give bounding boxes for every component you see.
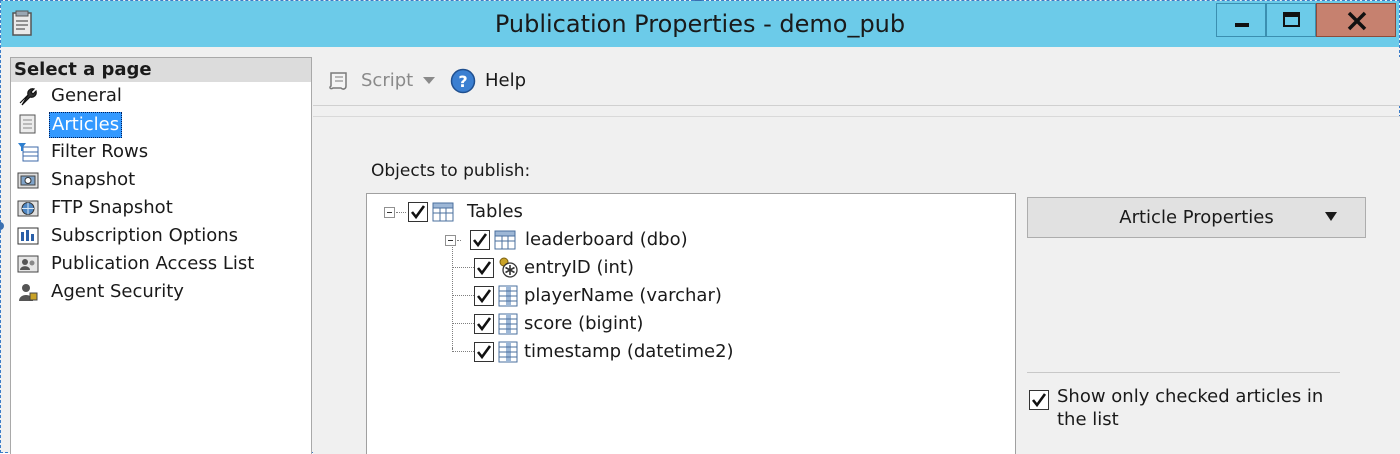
snapshot-icon bbox=[17, 172, 39, 189]
agent-security-icon bbox=[19, 284, 38, 301]
wrench-icon bbox=[19, 88, 37, 106]
select-page-header: Select a page bbox=[11, 58, 311, 82]
chevron-down-icon[interactable] bbox=[423, 76, 435, 86]
close-icon bbox=[1347, 11, 1367, 31]
primary-key-column-icon bbox=[499, 257, 518, 278]
article-properties-label: Article Properties bbox=[1119, 207, 1274, 228]
tree-node-leaderboard[interactable]: leaderboard (dbo) bbox=[367, 226, 1007, 254]
tree-node-column[interactable]: playerName (varchar) bbox=[367, 282, 1007, 310]
maximize-button[interactable] bbox=[1266, 3, 1316, 37]
tree-node-column[interactable]: entryID (int) bbox=[367, 254, 1007, 282]
show-only-checked-checkbox[interactable] bbox=[1029, 390, 1049, 410]
close-button[interactable] bbox=[1316, 3, 1396, 37]
tree-node-column[interactable]: score (bigint) bbox=[367, 310, 1007, 338]
filter-rows-icon bbox=[18, 143, 39, 162]
app-icon bbox=[12, 10, 32, 36]
sidebar-item-general[interactable]: General bbox=[11, 82, 311, 110]
leaderboard-checkbox[interactable] bbox=[470, 230, 490, 250]
checkmark-icon bbox=[476, 345, 492, 360]
tree-node-label: timestamp (datetime2) bbox=[524, 341, 734, 362]
column-checkbox[interactable] bbox=[474, 342, 494, 362]
sidebar-item-label: FTP Snapshot bbox=[51, 197, 173, 218]
article-properties-button[interactable]: Article Properties bbox=[1027, 197, 1366, 238]
sidebar-item-label: Publication Access List bbox=[51, 253, 255, 274]
window-title: Publication Properties - demo_pub bbox=[494, 10, 906, 38]
column-checkbox[interactable] bbox=[474, 314, 494, 334]
column-icon bbox=[498, 341, 518, 363]
sidebar-item-label: Filter Rows bbox=[51, 141, 149, 162]
tree-node-label: playerName (varchar) bbox=[524, 285, 722, 306]
minimize-button[interactable] bbox=[1216, 3, 1266, 37]
collapse-toggle[interactable] bbox=[384, 207, 395, 218]
sidebar-item-snapshot[interactable]: Snapshot bbox=[11, 166, 311, 194]
page-selector-pane: Select a page General Articles Filter Ro… bbox=[10, 57, 312, 454]
show-only-checked-label: Show only checked articles in the list bbox=[1057, 386, 1324, 430]
toolbar: Script ? Help bbox=[313, 57, 1400, 106]
checkmark-icon bbox=[410, 205, 426, 220]
sidebar-item-publication-access-list[interactable]: Publication Access List bbox=[11, 250, 311, 278]
column-icon bbox=[498, 313, 518, 335]
tables-checkbox[interactable] bbox=[408, 202, 428, 222]
subscription-options-icon bbox=[17, 227, 39, 245]
help-button[interactable]: Help bbox=[485, 57, 526, 105]
sidebar-item-label: Snapshot bbox=[51, 169, 136, 190]
column-checkbox[interactable] bbox=[474, 258, 494, 278]
tree-node-column[interactable]: timestamp (datetime2) bbox=[367, 338, 1007, 366]
access-list-icon bbox=[17, 255, 39, 273]
sidebar-item-ftp-snapshot[interactable]: FTP Snapshot bbox=[11, 194, 311, 222]
objects-to-publish-label: Objects to publish: bbox=[371, 161, 531, 181]
tree-node-label: Tables bbox=[467, 201, 523, 222]
sidebar-item-subscription-options[interactable]: Subscription Options bbox=[11, 222, 311, 250]
sidebar-item-label: Articles bbox=[49, 112, 123, 138]
checkmark-icon bbox=[476, 317, 492, 332]
column-checkbox[interactable] bbox=[474, 286, 494, 306]
checkmark-icon bbox=[476, 289, 492, 304]
svg-text:?: ? bbox=[458, 72, 467, 91]
checkmark-icon bbox=[476, 261, 492, 276]
table-folder-icon bbox=[432, 202, 454, 222]
checkmark-icon bbox=[472, 233, 488, 248]
minimize-icon bbox=[1235, 23, 1249, 27]
sidebar-item-label: Subscription Options bbox=[51, 225, 239, 246]
ftp-snapshot-icon bbox=[17, 200, 39, 217]
column-icon bbox=[498, 285, 518, 307]
sidebar-item-label: Agent Security bbox=[51, 281, 184, 302]
title-bar[interactable]: Publication Properties - demo_pub bbox=[1, 1, 1399, 47]
sidebar-item-agent-security[interactable]: Agent Security bbox=[11, 278, 311, 306]
tree-node-label: entryID (int) bbox=[524, 257, 634, 278]
script-icon bbox=[329, 72, 347, 90]
tree-node-tables[interactable]: Tables bbox=[367, 198, 1007, 226]
sidebar-item-label: General bbox=[51, 85, 122, 106]
help-icon[interactable]: ? bbox=[450, 68, 476, 94]
tree-node-label: leaderboard (dbo) bbox=[525, 229, 688, 250]
sidebar-item-articles[interactable]: Articles bbox=[11, 110, 311, 138]
objects-tree[interactable]: Tables leaderboard (dbo) entryID (int) p… bbox=[366, 193, 1016, 454]
sidebar-item-filter-rows[interactable]: Filter Rows bbox=[11, 138, 311, 166]
maximize-icon bbox=[1283, 12, 1300, 27]
caret-down-icon bbox=[1325, 212, 1337, 221]
checkmark-icon bbox=[1031, 393, 1047, 408]
collapse-toggle[interactable] bbox=[445, 235, 456, 246]
table-icon bbox=[494, 230, 516, 250]
script-button[interactable]: Script bbox=[361, 57, 413, 105]
tree-node-label: score (bigint) bbox=[524, 313, 644, 334]
articles-icon bbox=[19, 114, 36, 134]
separator bbox=[1027, 372, 1340, 373]
